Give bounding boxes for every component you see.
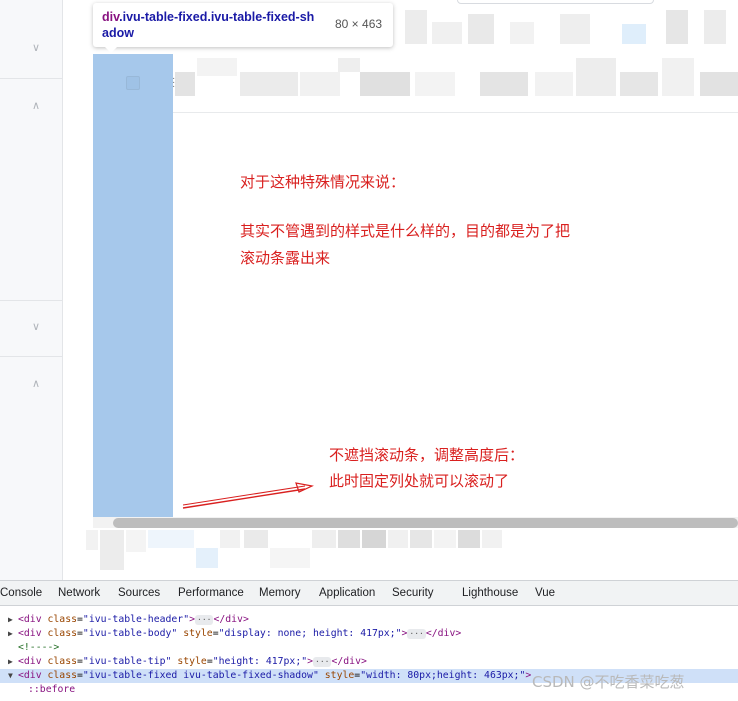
sidebar-divider [0, 356, 63, 357]
blurred-content [360, 72, 410, 96]
chevron-down-icon[interactable]: ∨ [30, 321, 42, 333]
fixed-column-highlight [93, 54, 173, 517]
blurred-content [535, 72, 573, 96]
tab-memory[interactable]: Memory [259, 587, 301, 599]
tab-performance[interactable]: Performance [178, 587, 244, 599]
blurred-content [197, 58, 237, 76]
annotation-line: 其实不管遇到的样式是什么样的，目的都是为了把 [240, 222, 571, 240]
blurred-content [434, 530, 456, 548]
dom-node[interactable]: ▶ <div class="ivu-table-tip" style="heigh… [0, 655, 738, 669]
select-all-checkbox[interactable] [126, 76, 140, 90]
blurred-content [468, 14, 494, 44]
blurred-content [196, 548, 218, 568]
blurred-content [666, 10, 688, 44]
expand-triangle-icon[interactable]: ▶ [8, 655, 18, 669]
blurred-content [270, 548, 310, 568]
watermark: CSDN @不吃香菜吃葱 [532, 673, 685, 691]
tab-console[interactable]: Console [0, 587, 42, 599]
annotation-arrow-icon [182, 482, 314, 509]
blurred-content [458, 530, 480, 548]
ellipsis-icon[interactable]: ··· [407, 629, 426, 639]
blurred-content [410, 530, 432, 548]
sidebar: ∨ ∧ ∨ ∧ [0, 0, 63, 580]
chevron-up-icon[interactable]: ∧ [30, 100, 42, 112]
expand-triangle-icon[interactable]: ▶ [8, 627, 18, 641]
tab-security[interactable]: Security [392, 587, 434, 599]
blurred-content [388, 530, 408, 548]
chevron-down-icon[interactable]: ∨ [30, 42, 42, 54]
blurred-content [175, 72, 195, 96]
horizontal-scrollbar-thumb[interactable] [113, 518, 738, 528]
column-resize-handle[interactable]: · · · [172, 74, 175, 92]
tooltip-classes: .ivu-table-fixed.ivu-table-fixed-sh [119, 10, 315, 24]
dom-node[interactable]: ▶ <div class="ivu-table-header"> ··· </div> [0, 613, 738, 627]
blurred-content [622, 24, 646, 44]
annotation-line: 对于这种特殊情况来说： [240, 173, 406, 191]
blurred-content [240, 72, 298, 96]
dom-comment[interactable]: <!----> [0, 641, 738, 655]
chevron-up-icon[interactable]: ∧ [30, 378, 42, 390]
tooltip-size: 80 × 463 [335, 17, 383, 31]
tooltip-tag-name: div [102, 10, 120, 24]
blurred-content [700, 72, 738, 96]
blurred-content [244, 530, 268, 548]
blurred-content [148, 530, 194, 548]
blurred-content [432, 22, 462, 44]
blurred-content [86, 530, 98, 550]
element-inspector-tooltip: div.ivu-table-fixed.ivu-table-fixed-sh a… [93, 3, 393, 53]
blurred-content [405, 10, 427, 44]
tab-vue[interactable]: Vue [535, 587, 555, 599]
collapse-triangle-icon[interactable]: ▼ [8, 669, 18, 683]
blurred-content [126, 530, 146, 552]
dom-node[interactable]: ▶ <div class="ivu-table-body" style="disp… [0, 627, 738, 641]
blurred-content [560, 14, 590, 44]
blurred-content [300, 72, 340, 96]
devtools-tab-bar: Console Network Sources Performance Memo… [0, 581, 738, 606]
ellipsis-icon[interactable]: ··· [195, 615, 214, 625]
tab-application[interactable]: Application [319, 587, 375, 599]
sidebar-divider [0, 78, 63, 79]
blurred-content [704, 10, 726, 44]
blurred-content [576, 58, 616, 96]
blurred-content [662, 58, 694, 96]
blurred-content [362, 530, 386, 548]
annotation-line: 不遮挡滚动条，调整高度后： [329, 446, 525, 464]
blurred-content [338, 530, 360, 548]
blurred-content [220, 530, 240, 548]
expand-triangle-icon[interactable]: ▶ [8, 613, 18, 627]
sidebar-divider [0, 300, 63, 301]
blurred-content [338, 58, 360, 72]
blurred-content [620, 72, 658, 96]
blurred-content [312, 530, 336, 548]
blurred-content [510, 22, 534, 44]
blurred-content [482, 530, 502, 548]
annotation-line: 此时固定列处就可以滚动了 [329, 472, 510, 490]
ellipsis-icon[interactable]: ··· [313, 657, 332, 667]
search-input[interactable] [457, 0, 654, 4]
blurred-content [100, 530, 124, 570]
tab-lighthouse[interactable]: Lighthouse [462, 587, 518, 599]
blurred-content [415, 72, 455, 96]
annotation-line: 滚动条露出来 [240, 249, 331, 267]
tab-network[interactable]: Network [58, 587, 100, 599]
tab-sources[interactable]: Sources [118, 587, 160, 599]
blurred-content [480, 72, 528, 96]
tooltip-arrow [105, 47, 117, 53]
